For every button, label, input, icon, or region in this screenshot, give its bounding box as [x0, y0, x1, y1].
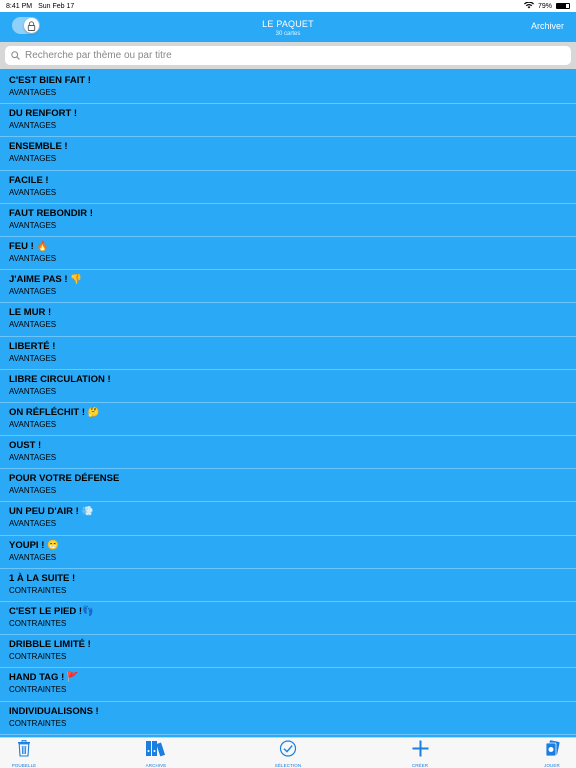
card-title: LE MUR !: [9, 307, 52, 319]
card-category: CONTRAINTES: [9, 685, 67, 695]
status-bar: 8:41 PM Sun Feb 17 79%: [0, 0, 576, 12]
battery-icon: [556, 3, 570, 9]
tab-label: CRÉER: [411, 763, 429, 768]
list-item[interactable]: INDIVIDUALISONS ! CONTRAINTES: [0, 702, 576, 735]
card-category: AVANTAGES: [9, 88, 57, 97]
nav-bar: LE PAQUET 30 cartes Archiver: [0, 12, 576, 42]
binders-icon: [145, 740, 167, 762]
search-icon: [11, 47, 20, 65]
card-category: CONTRAINTES: [9, 652, 67, 662]
card-title: UN PEU D'AIR ! 💨: [9, 506, 94, 518]
tab-bar: POUBELLE ARCHIVE SÉLECTION CRÉER JOUER: [0, 737, 576, 768]
card-category: AVANTAGES: [9, 386, 57, 396]
card-category: AVANTAGES: [9, 486, 57, 496]
card-title: YOUPI ! 😁: [9, 539, 59, 551]
page-title: LE PAQUET: [262, 19, 314, 29]
plus-icon: [412, 740, 429, 762]
tab-archive[interactable]: ARCHIVE: [126, 740, 186, 768]
card-category: AVANTAGES: [9, 253, 57, 263]
search-field: [5, 46, 571, 65]
list-item[interactable]: FEU ! 🔥 AVANTAGES: [0, 237, 576, 271]
list-item[interactable]: ON RÉFLÉCHIT ! 🤔 AVANTAGES: [0, 403, 576, 437]
card-list: C'EST BIEN FAIT ! AVANTAGES DU RENFORT ! AV…: [0, 71, 576, 738]
card-category: AVANTAGES: [9, 419, 57, 429]
list-item[interactable]: C'EST LE PIED !👣 CONTRAINTES: [0, 602, 576, 636]
list-item[interactable]: POUR VOTRE DÉFENSE AVANTAGES: [0, 469, 576, 503]
list-item[interactable]: YOUPI ! 😁 AVANTAGES: [0, 536, 576, 569]
list-item[interactable]: J'AIME PAS ! 👎 AVANTAGES: [0, 270, 576, 304]
tab-label: JOUER: [544, 763, 560, 768]
card-category: AVANTAGES: [9, 353, 57, 363]
card-category: AVANTAGES: [9, 552, 57, 562]
tab-jouer[interactable]: JOUER: [522, 740, 576, 768]
card-title: POUR VOTRE DÉFENSE: [9, 473, 120, 485]
battery-percent: 79%: [537, 2, 552, 10]
cards-icon: [544, 740, 561, 762]
list-item[interactable]: LIBERTÉ ! AVANTAGES: [0, 337, 576, 370]
list-item[interactable]: 1 À LA SUITE ! CONTRAINTES: [0, 569, 576, 602]
archive-button[interactable]: Archiver: [531, 21, 564, 31]
card-title: C'EST LE PIED !👣: [9, 606, 94, 617]
card-title: LIBERTÉ !: [9, 340, 56, 352]
tab-selection[interactable]: SÉLECTION: [258, 740, 318, 768]
tab-label: SÉLECTION: [274, 763, 302, 768]
card-title: HAND TAG ! 🚩: [9, 672, 79, 684]
list-item[interactable]: FACILE ! AVANTAGES: [0, 171, 576, 204]
card-category: AVANTAGES: [9, 154, 57, 164]
list-item[interactable]: LIBRE CIRCULATION ! AVANTAGES: [0, 370, 576, 403]
tab-label: ARCHIVE: [145, 763, 167, 768]
list-item[interactable]: DU RENFORT ! AVANTAGES: [0, 104, 576, 138]
card-category: CONTRAINTES: [9, 619, 67, 628]
trash-icon: [17, 739, 31, 762]
card-title: OUST !: [9, 440, 42, 452]
tab-label: POUBELLE: [11, 763, 37, 768]
card-category: CONTRAINTES: [9, 718, 67, 728]
card-category: AVANTAGES: [9, 287, 57, 297]
list-item[interactable]: DRIBBLE LIMITÉ ! CONTRAINTES: [0, 635, 576, 669]
card-title: C'EST BIEN FAIT !: [9, 75, 91, 86]
list-item[interactable]: LE MUR ! AVANTAGES: [0, 303, 576, 337]
card-category: AVANTAGES: [9, 121, 57, 131]
tab-poubelle[interactable]: POUBELLE: [0, 739, 54, 768]
tab-creer[interactable]: CRÉER: [390, 740, 450, 768]
list-item[interactable]: OUST ! AVANTAGES: [0, 436, 576, 470]
card-category: AVANTAGES: [9, 519, 57, 529]
list-item[interactable]: ENSEMBLE ! AVANTAGES: [0, 137, 576, 171]
card-title: LIBRE CIRCULATION !: [9, 373, 111, 385]
list-item[interactable]: FAUT REBONDIR ! AVANTAGES: [0, 204, 576, 237]
card-category: AVANTAGES: [9, 453, 57, 463]
card-count: 30 cartes: [275, 31, 301, 37]
wifi-icon: [523, 0, 534, 11]
card-category: AVANTAGES: [9, 187, 57, 197]
list-item[interactable]: C'EST BIEN FAIT ! AVANTAGES: [0, 71, 576, 105]
status-date: Sun Feb 17: [38, 2, 75, 10]
card-title: ENSEMBLE !: [9, 141, 68, 153]
card-title: ON RÉFLÉCHIT ! 🤔: [9, 406, 100, 418]
checkmark-circle-icon: [279, 740, 297, 762]
card-category: AVANTAGES: [9, 220, 57, 230]
card-title: DRIBBLE LIMITÉ !: [9, 639, 91, 651]
card-title: 1 À LA SUITE !: [9, 572, 76, 584]
search-input[interactable]: [25, 50, 565, 61]
search-bar: [0, 42, 576, 69]
card-category: AVANTAGES: [9, 320, 57, 330]
card-title: FAUT REBONDIR !: [9, 207, 93, 219]
status-time: 8:41 PM: [6, 2, 33, 10]
card-title: DU RENFORT !: [9, 108, 78, 120]
card-title: FACILE !: [9, 174, 49, 186]
list-item[interactable]: HAND TAG ! 🚩 CONTRAINTES: [0, 668, 576, 702]
card-title: FEU ! 🔥: [9, 240, 49, 252]
card-title: J'AIME PAS ! 👎: [9, 274, 83, 286]
list-item[interactable]: UN PEU D'AIR ! 💨 AVANTAGES: [0, 502, 576, 536]
card-title: INDIVIDUALISONS !: [9, 705, 99, 717]
card-category: CONTRAINTES: [9, 585, 67, 595]
